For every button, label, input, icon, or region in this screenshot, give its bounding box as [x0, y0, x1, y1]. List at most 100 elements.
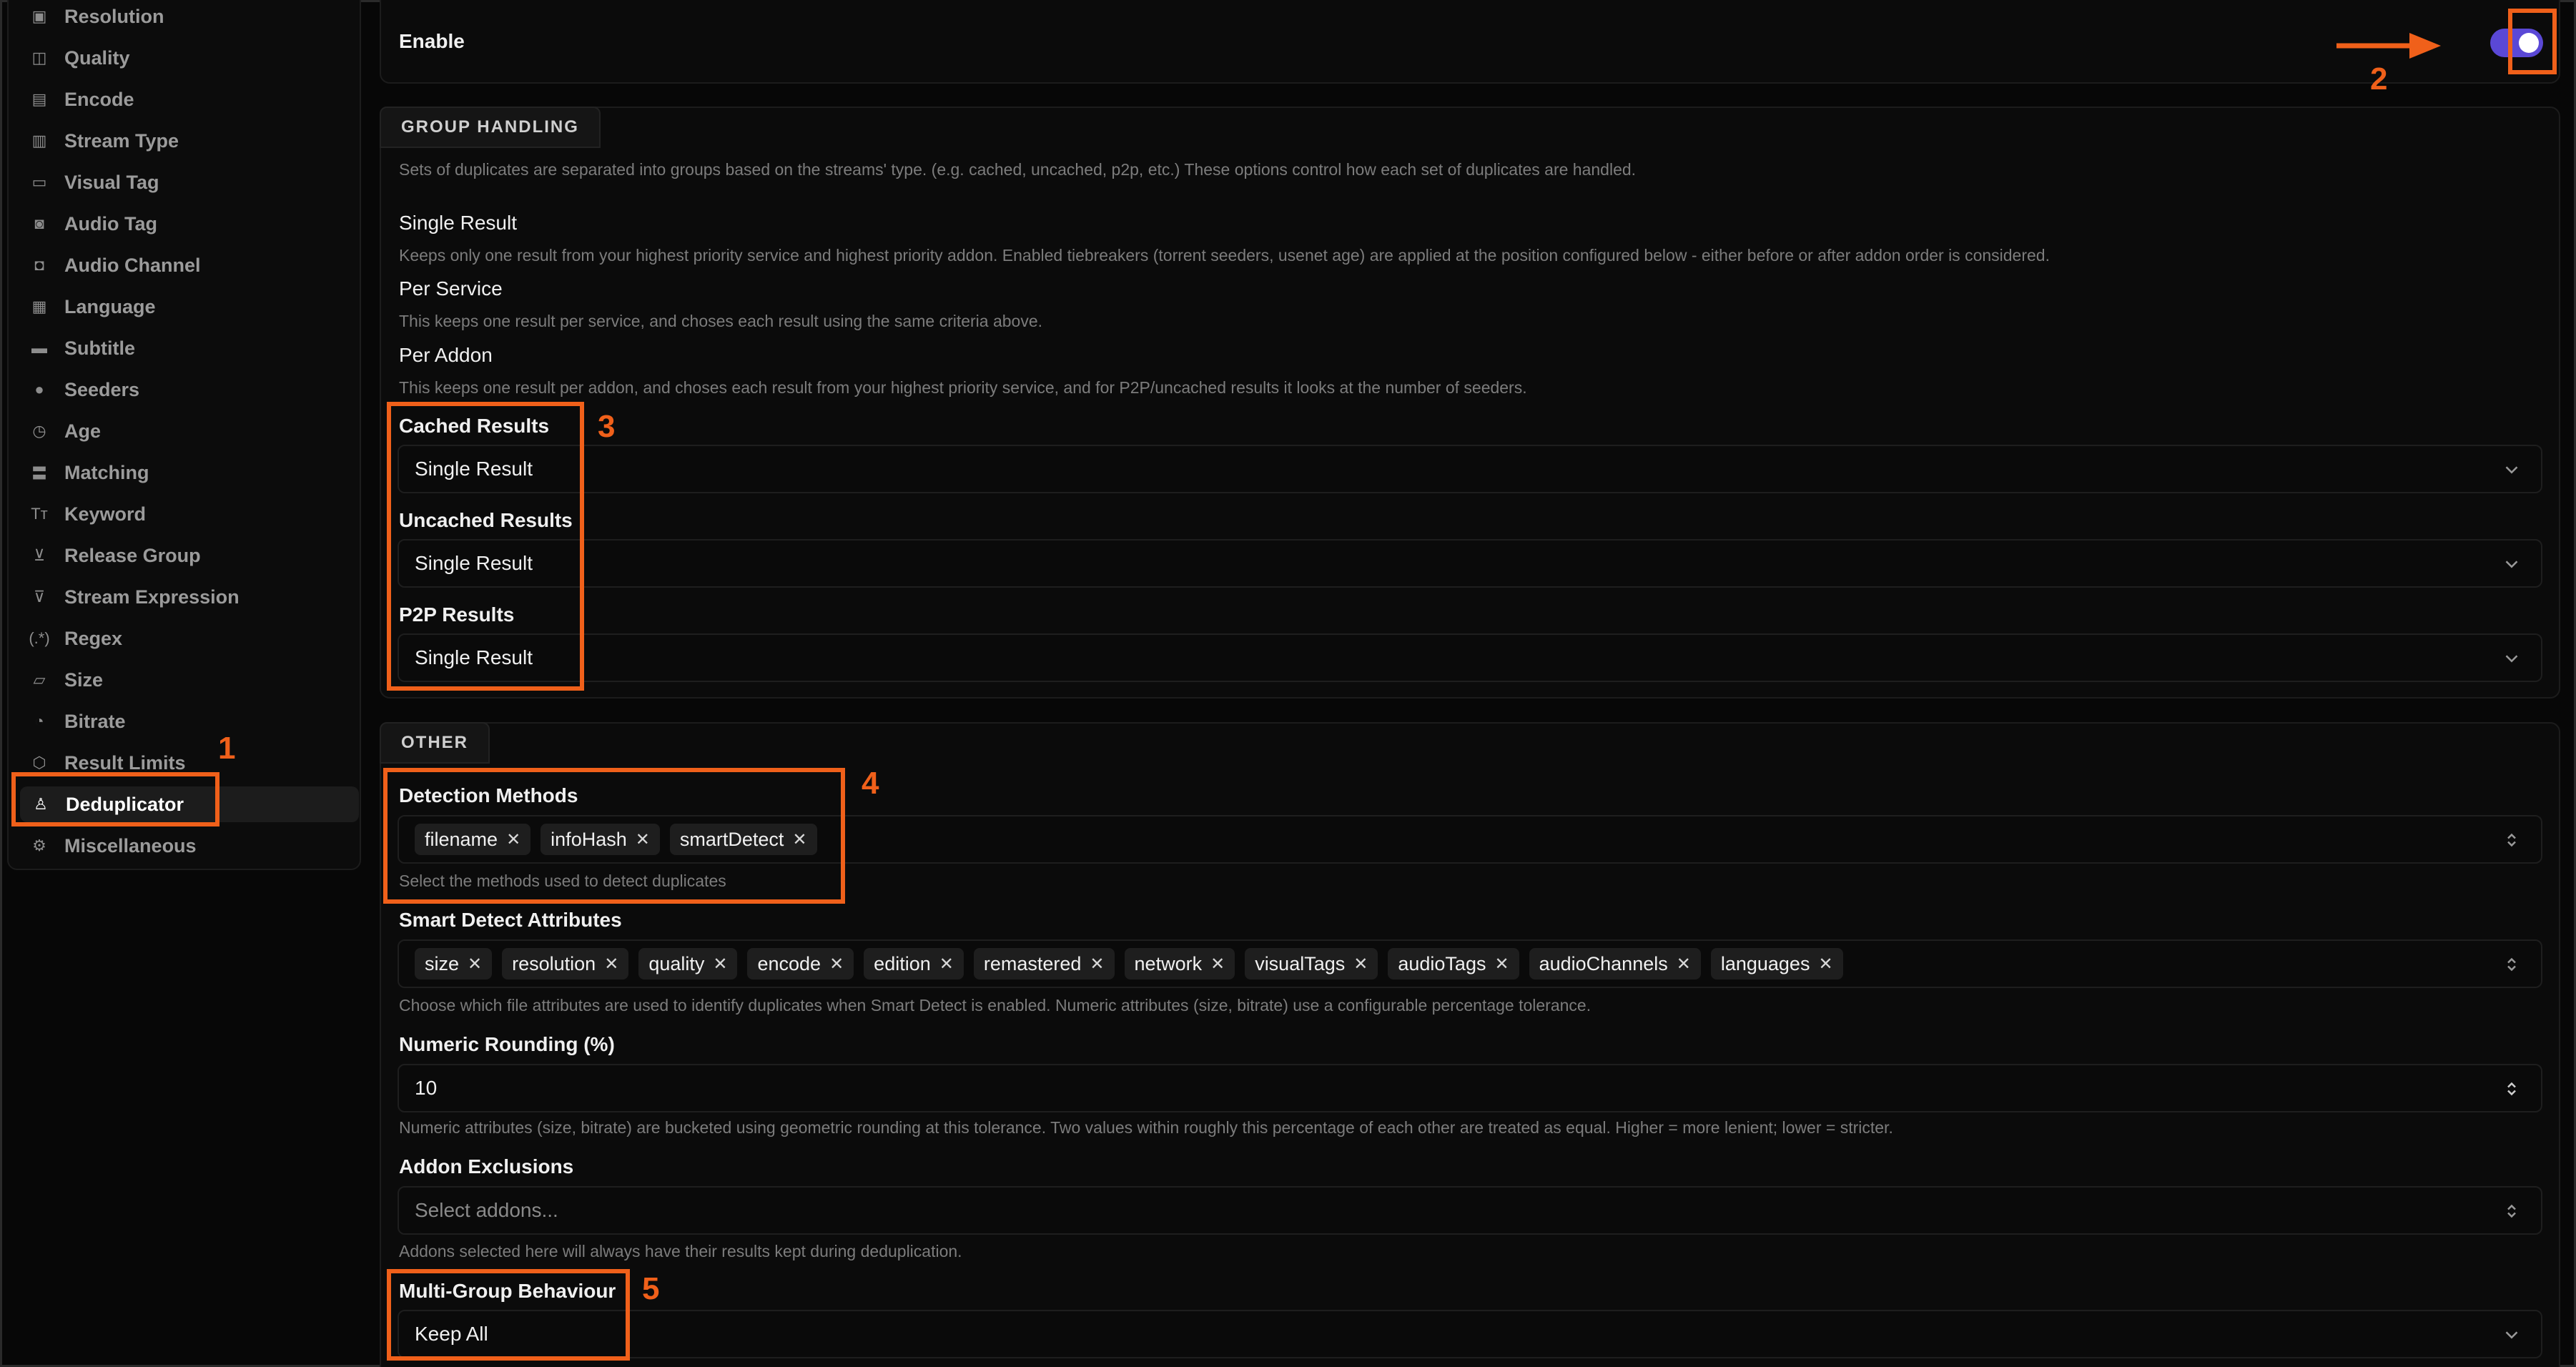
other-tab: OTHER [380, 722, 490, 764]
sidebar-item-bitrate[interactable]: ◔ Bitrate [30, 704, 126, 739]
chevron-down-icon [2505, 1331, 2518, 1339]
chip-label: visualTags [1255, 952, 1346, 974]
sidebar-item-miscellaneous[interactable]: ⚙ Miscellaneous [30, 828, 196, 864]
chip-edition: edition ✕ [864, 948, 964, 979]
remove-chip-icon[interactable]: ✕ [1818, 954, 1832, 974]
arrow-icon [2336, 33, 2441, 59]
enable-label: Enable [399, 30, 465, 52]
chevron-down-icon [2505, 561, 2518, 568]
box-icon: ⬡ [32, 754, 46, 771]
sidebar-item-label: Audio Channel [64, 254, 201, 276]
option-per-addon-title: Per Addon [399, 344, 493, 366]
sidebar-item-label: Stream Expression [64, 586, 240, 608]
settings-icon: ⚙ [32, 837, 46, 854]
remove-chip-icon[interactable]: ✕ [1090, 954, 1104, 974]
stepper-icon[interactable] [2501, 1078, 2522, 1100]
user-icon: ● [34, 380, 44, 398]
chip-audiochannels: audioChannels ✕ [1529, 948, 1701, 979]
chip-visualtags: visualTags ✕ [1245, 948, 1378, 979]
sidebar-item-size[interactable]: ▱ Size [30, 662, 104, 698]
sidebar-item-label: Keyword [64, 503, 147, 525]
chevron-updown-icon [2507, 957, 2516, 972]
chip-label: audioChannels [1539, 952, 1668, 974]
sidebar-item-label: Result Limits [64, 751, 186, 774]
sidebar-item-quality[interactable]: ◫ Quality [30, 40, 130, 76]
sidebar-item-label: Matching [64, 461, 149, 483]
remove-chip-icon[interactable]: ✕ [939, 954, 954, 974]
chip-size: size ✕ [415, 948, 493, 979]
audio-channel-icon: ◘ [34, 256, 44, 274]
sidebar-item-release-group[interactable]: ⊻ Release Group [30, 538, 201, 573]
smart-detect-label: Smart Detect Attributes [399, 909, 622, 931]
option-per-service-desc: This keeps one result per service, and c… [399, 312, 1043, 330]
remove-chip-icon[interactable]: ✕ [468, 954, 482, 974]
funnel-icon: ⊽ [33, 588, 46, 606]
sidebar-item-label: Size [64, 668, 104, 691]
gauge-icon: ◔ [34, 712, 44, 730]
p2p-results-select[interactable]: Single Result [398, 633, 2542, 682]
language-icon: ▦ [31, 297, 47, 315]
sidebar-item-label: Visual Tag [64, 171, 159, 193]
numeric-rounding-help: Numeric attributes (size, bitrate) are b… [399, 1118, 1893, 1137]
cached-results-select[interactable]: Single Result [398, 445, 2542, 493]
group-handling-tab: GROUP HANDLING [380, 107, 601, 148]
addon-exclusions-select[interactable]: Select addons... [398, 1186, 2542, 1235]
numeric-rounding-input[interactable]: 10 [398, 1064, 2542, 1112]
addon-exclusions-help: Addons selected here will always have th… [399, 1242, 962, 1260]
sidebar-item-stream-expression[interactable]: ⊽ Stream Expression [30, 579, 240, 615]
speaker-icon: ◙ [34, 214, 44, 232]
chip-label: remastered [983, 952, 1082, 974]
option-single-title: Single Result [399, 212, 517, 234]
annotation-number-4: 4 [862, 766, 879, 801]
uncached-results-select[interactable]: Single Result [398, 539, 2542, 588]
smart-detect-select[interactable]: size ✕ resolution ✕ quality ✕ encode ✕ edition ✕ r… [398, 939, 2542, 988]
stream-type-icon: ▥ [31, 132, 47, 149]
chip-label: resolution [512, 952, 596, 974]
clock-icon: ◷ [32, 422, 46, 440]
sidebar-item-label: Language [64, 295, 156, 317]
sidebar-item-audio-tag[interactable]: ◙ Audio Tag [30, 206, 157, 242]
sidebar: ▣ Resolution ◫ Quality ▤ Encode ▥ Stream Type ▭ V… [7, 0, 361, 870]
remove-chip-icon[interactable]: ✕ [713, 954, 727, 974]
sidebar-item-label: Seeders [64, 378, 140, 400]
sidebar-item-stream-type[interactable]: ▥ Stream Type [30, 123, 179, 159]
remove-chip-icon[interactable]: ✕ [1677, 954, 1691, 974]
sidebar-item-language[interactable]: ▦ Language [30, 289, 156, 325]
remove-chip-icon[interactable]: ✕ [604, 954, 618, 974]
sidebar-item-age[interactable]: ◷ Age [30, 413, 101, 449]
multi-group-select[interactable]: Keep All [398, 1310, 2542, 1358]
remove-chip-icon[interactable]: ✕ [829, 954, 844, 974]
sidebar-item-label: Age [64, 420, 102, 442]
sidebar-item-subtitle[interactable]: ▬ Subtitle [30, 330, 135, 366]
chip-languages: languages ✕ [1710, 948, 1843, 979]
group-handling-panel [380, 107, 2560, 699]
sidebar-item-regex[interactable]: (.*) Regex [29, 621, 122, 656]
chevron-down-icon [2505, 466, 2518, 474]
remove-chip-icon[interactable]: ✕ [1494, 954, 1509, 974]
sidebar-item-label: Bitrate [64, 710, 126, 732]
remove-chip-icon[interactable]: ✕ [1210, 954, 1225, 974]
enable-panel [380, 0, 2560, 84]
annotation-number-3: 3 [598, 409, 616, 444]
sidebar-item-resolution[interactable]: ▣ Resolution [30, 0, 164, 34]
chevron-down-icon [2505, 655, 2518, 663]
remove-chip-icon[interactable]: ✕ [1353, 954, 1368, 974]
chip-label: size [425, 952, 460, 974]
chevron-updown-icon [2507, 833, 2516, 847]
highlight-group-selects [387, 402, 584, 691]
annotation-number-1: 1 [218, 731, 236, 766]
sidebar-item-visual-tag[interactable]: ▭ Visual Tag [30, 164, 159, 200]
sidebar-item-keyword[interactable]: Tт Keyword [30, 496, 146, 532]
sidebar-item-label: Audio Tag [64, 212, 157, 235]
sidebar-item-label: Release Group [64, 544, 201, 566]
smart-detect-help: Choose which file attributes are used to… [399, 996, 1592, 1015]
sidebar-item-encode[interactable]: ▤ Encode [30, 82, 134, 117]
sidebar-item-audio-channel[interactable]: ◘ Audio Channel [30, 247, 201, 283]
filter-off-icon: ⊻ [33, 546, 46, 564]
resolution-icon: ▣ [31, 7, 47, 25]
chip-label: languages [1720, 952, 1810, 974]
sidebar-item-seeders[interactable]: ● Seeders [30, 372, 139, 408]
sidebar-item-matching[interactable]: 〓 Matching [30, 455, 149, 490]
chip-label: audioTags [1398, 952, 1486, 974]
chip-quality: quality ✕ [638, 948, 738, 979]
